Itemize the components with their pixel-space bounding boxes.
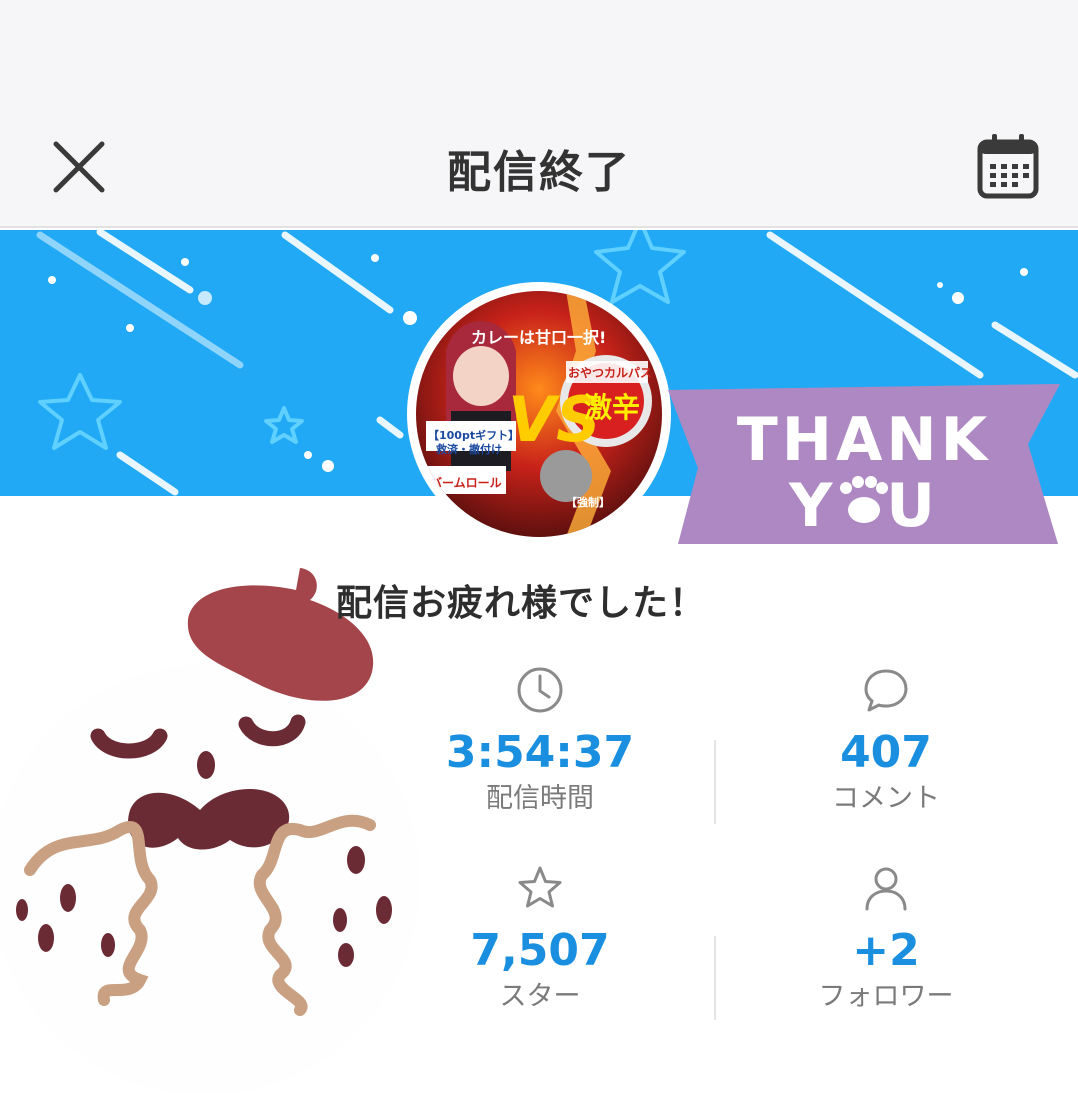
stat-followers-value: +2: [852, 925, 920, 976]
thumbnail-rescue: 救済・撤付け: [436, 442, 502, 456]
comment-icon: [864, 669, 908, 712]
thank-you-badge: THANK Y U: [668, 384, 1060, 548]
person-icon: [865, 867, 907, 911]
thank-you-text: THANK: [737, 405, 991, 475]
mascot-illustration: [0, 560, 420, 1093]
stat-comments-label: コメント: [832, 783, 940, 814]
thumbnail-title: カレーは甘口一択!: [471, 328, 606, 347]
stream-thumbnail: カレーは甘口一択! VS 【100ptギフト】 救済・撤付け バームロール おや…: [407, 282, 671, 546]
clock-icon: [517, 667, 563, 713]
stat-stars-value: 7,507: [470, 925, 610, 976]
thumbnail-forced: 【強制】: [566, 495, 610, 509]
thumbnail-image: カレーは甘口一択! VS 【100ptギフト】 救済・撤付け バームロール おや…: [416, 291, 662, 537]
stat-duration: 3:54:37 配信時間: [440, 664, 640, 818]
thumbnail-karupasu: おやつカルパス: [568, 366, 652, 380]
stat-stars-label: スター: [499, 981, 581, 1012]
stat-stars: 7,507 スター: [440, 862, 640, 1016]
thumbnail-gekikara: 激辛: [584, 391, 640, 424]
page-title: 配信終了: [447, 147, 631, 198]
stat-duration-value: 3:54:37: [445, 727, 635, 778]
thumbnail-gift: 【100ptギフト】: [428, 428, 519, 442]
stat-duration-label: 配信時間: [486, 783, 594, 814]
stats-divider-bottom: [714, 936, 716, 1020]
calendar-button[interactable]: [972, 130, 1044, 202]
thumbnail-baumroll: バームロール: [430, 476, 502, 490]
stat-followers-label: フォロワー: [818, 981, 954, 1012]
top-bar: 配信終了: [0, 0, 1078, 228]
calendar-icon: [977, 134, 1039, 199]
stat-followers: +2 フォロワー: [786, 862, 986, 1016]
stat-comments: 407 コメント: [786, 664, 986, 818]
stat-comments-value: 407: [840, 727, 932, 778]
star-icon: [518, 866, 562, 908]
end-message: 配信お疲れ様でした！: [336, 583, 707, 624]
stats-divider-top: [714, 740, 716, 824]
